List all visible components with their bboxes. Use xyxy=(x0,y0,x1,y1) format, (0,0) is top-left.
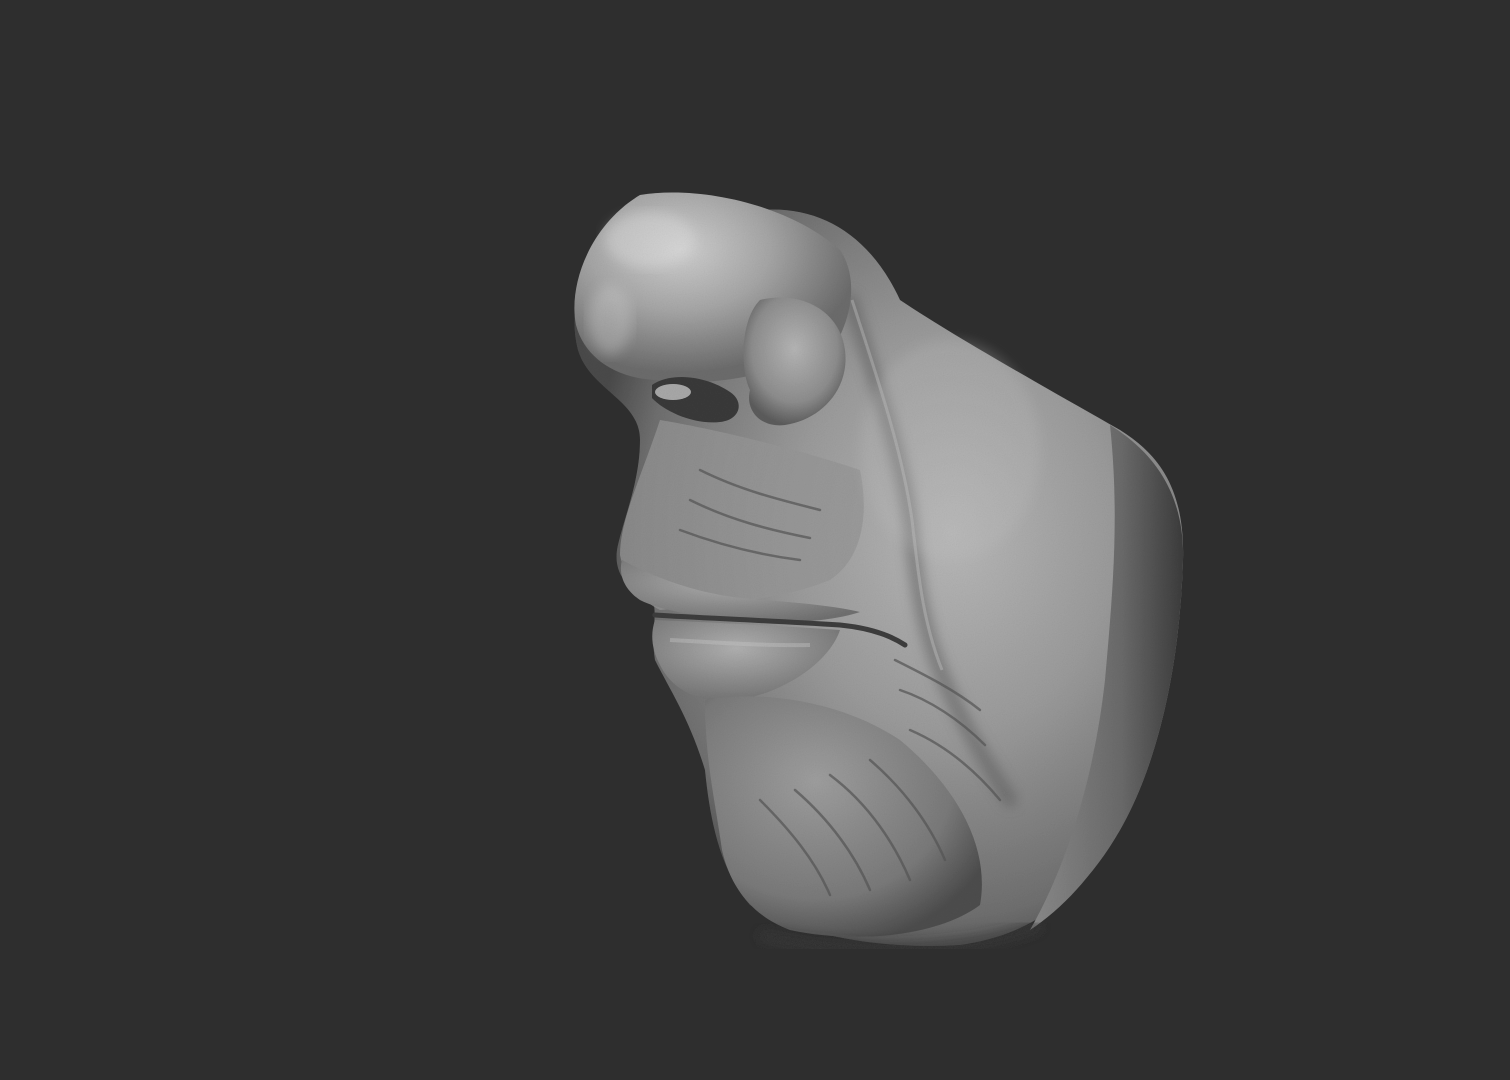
model-body xyxy=(574,192,1184,954)
viewport-canvas[interactable] xyxy=(0,0,1510,1080)
nose-highlight xyxy=(605,212,695,268)
sculpted-face-model xyxy=(574,192,1184,954)
